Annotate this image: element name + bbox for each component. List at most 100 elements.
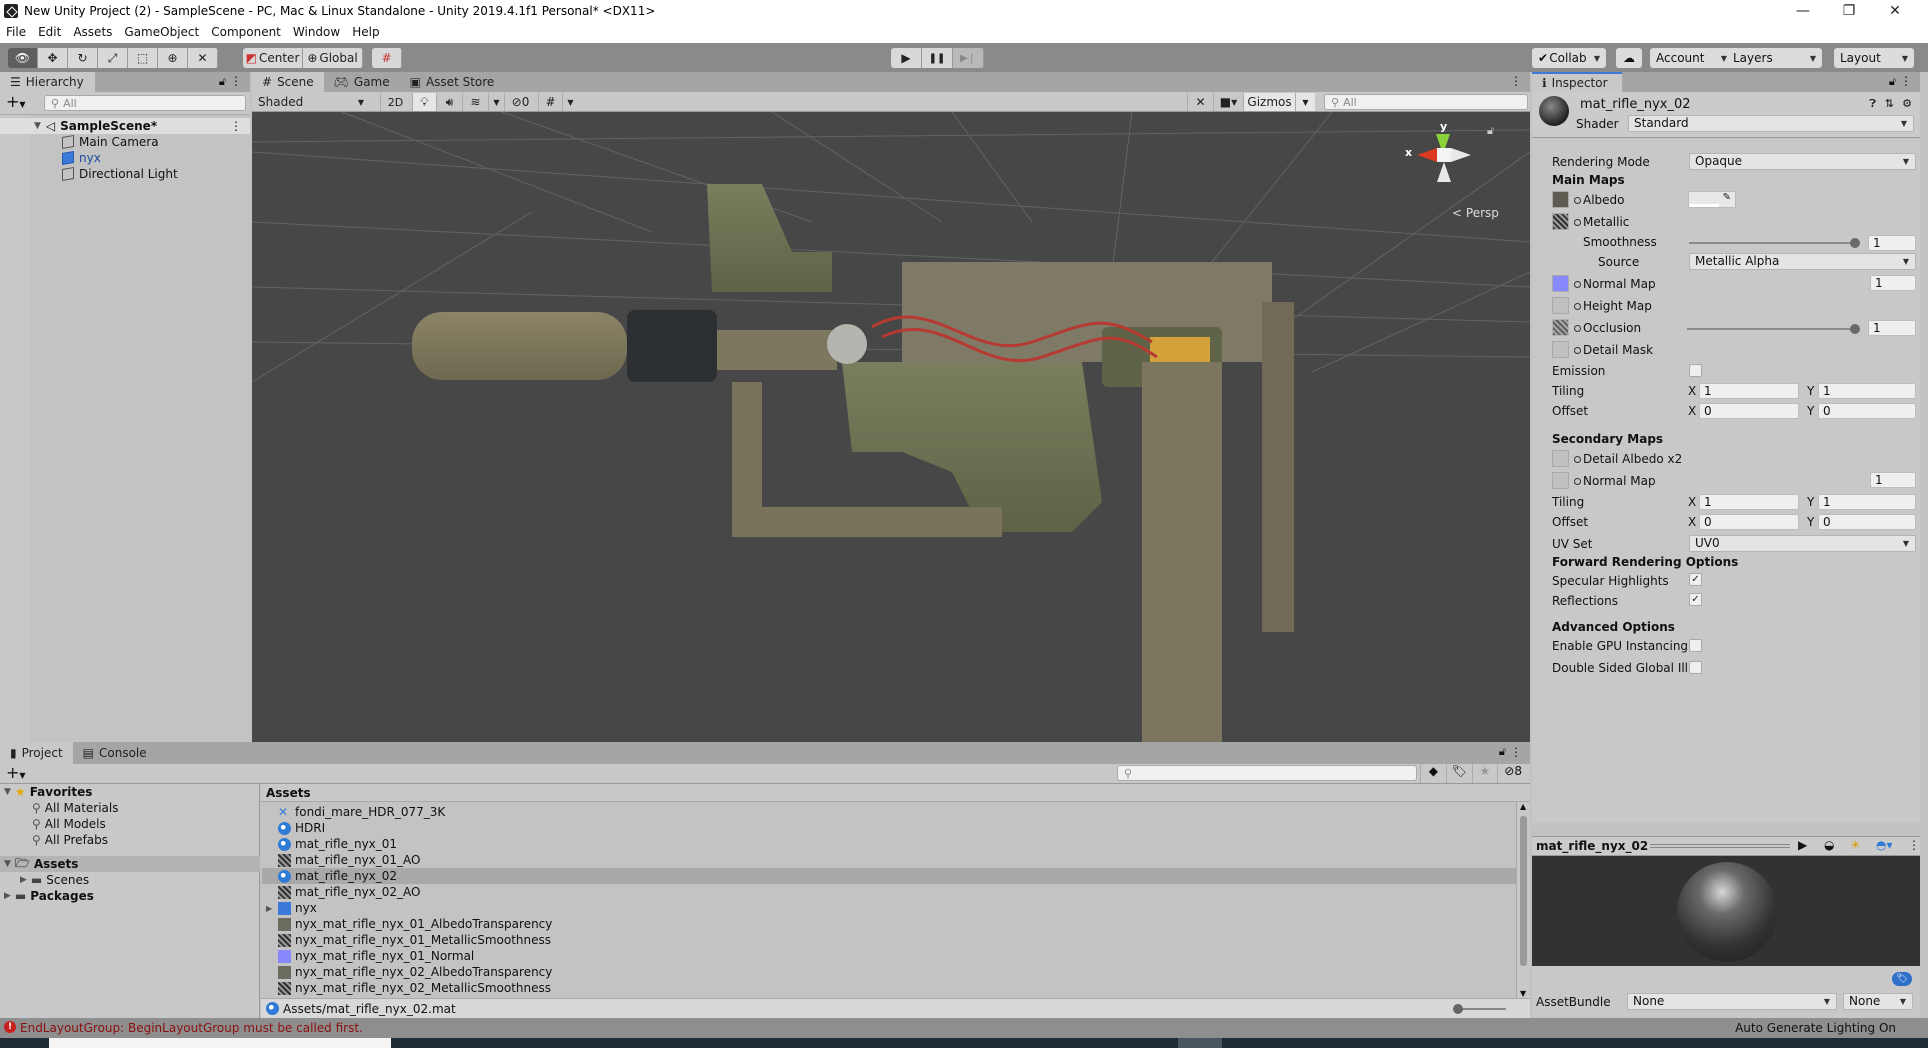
- collab-dropdown[interactable]: ✔ Collab ▼: [1532, 48, 1606, 68]
- cloud-button[interactable]: ☁: [1616, 48, 1642, 68]
- object-picker-icon[interactable]: [1574, 219, 1581, 226]
- assetbundle-variant-dropdown[interactable]: None: [1843, 993, 1913, 1010]
- scroll-thumb[interactable]: [1520, 816, 1527, 966]
- scroll-up-icon[interactable]: ▲: [1520, 802, 1526, 811]
- lock-icon[interactable]: 🔓︎: [1487, 124, 1494, 138]
- hidden-packages-toggle[interactable]: ⊘8: [1497, 764, 1528, 783]
- layout-dropdown[interactable]: Layout ▼: [1834, 48, 1914, 68]
- filter-by-type-icon[interactable]: ◆: [1420, 764, 1446, 783]
- occlusion-field[interactable]: 1: [1868, 320, 1916, 336]
- center-cube[interactable]: [1437, 148, 1451, 162]
- scale-tool-button[interactable]: ⤢: [98, 48, 128, 68]
- assets-scrollbar[interactable]: ▲ ▼: [1516, 802, 1530, 998]
- occlusion-slider-knob[interactable]: [1850, 324, 1860, 334]
- light-toggle-icon[interactable]: ☀: [1850, 838, 1861, 852]
- packages-row[interactable]: ▶ ▬ Packages: [0, 888, 94, 904]
- gpu-instancing-checkbox[interactable]: [1689, 639, 1702, 652]
- menu-assets[interactable]: Assets: [73, 25, 112, 39]
- scene-search[interactable]: ⚲ All: [1324, 94, 1528, 110]
- menu-component[interactable]: Component: [211, 25, 281, 39]
- favorite-item[interactable]: ⚲ All Models: [0, 816, 106, 832]
- asset-item[interactable]: mat_rifle_nyx_02: [262, 868, 1516, 884]
- smoothness-slider[interactable]: [1689, 242, 1855, 244]
- asset-item[interactable]: nyx_mat_rifle_nyx_01_MetallicSmoothness: [262, 932, 1516, 948]
- secondary-tiling-x-field[interactable]: 1: [1699, 494, 1799, 510]
- smoothness-field[interactable]: 1: [1868, 235, 1916, 251]
- tiling-y-field[interactable]: 1: [1818, 383, 1916, 399]
- asset-labels-icon[interactable]: 🏷︎: [1892, 972, 1912, 986]
- effects-toggle[interactable]: ≋: [462, 93, 488, 111]
- albedo-color-field[interactable]: ✎: [1688, 191, 1736, 208]
- project-search[interactable]: ⚲: [1117, 765, 1417, 781]
- more-options-icon[interactable]: ⋮: [1908, 838, 1920, 852]
- scene-row[interactable]: ▼ ◁ SampleScene* ⋮: [0, 118, 250, 134]
- shader-dropdown[interactable]: Standard: [1628, 115, 1914, 132]
- account-dropdown[interactable]: Account ▼: [1650, 48, 1733, 68]
- view-tool-button[interactable]: 👁: [8, 48, 38, 68]
- gizmos-dropdown[interactable]: ▼: [1295, 93, 1315, 111]
- neg-y-cone[interactable]: [1437, 162, 1451, 182]
- specular-highlights-checkbox[interactable]: ✓: [1689, 573, 1702, 586]
- asset-item[interactable]: mat_rifle_nyx_01_AO: [262, 852, 1516, 868]
- tab-inspector[interactable]: ℹ Inspector: [1532, 72, 1622, 92]
- taskbar-search[interactable]: [49, 1038, 391, 1048]
- secondary-offset-x-field[interactable]: 0: [1699, 514, 1799, 530]
- detail-albedo-texture-slot[interactable]: [1552, 450, 1569, 467]
- double-sided-gi-checkbox[interactable]: [1689, 661, 1702, 674]
- assetbundle-dropdown[interactable]: None: [1627, 993, 1837, 1010]
- height-map-texture-slot[interactable]: [1552, 297, 1569, 314]
- x-axis-cone[interactable]: [1417, 148, 1437, 162]
- asset-item[interactable]: mat_rifle_nyx_01: [262, 836, 1516, 852]
- menu-help[interactable]: Help: [352, 25, 379, 39]
- favorite-star-icon[interactable]: ★: [1471, 764, 1498, 783]
- assets-folder-row[interactable]: ▼ 🗁 Assets: [0, 856, 260, 872]
- grid-dropdown[interactable]: ▼: [562, 93, 578, 111]
- maximize-button[interactable]: ❐: [1826, 0, 1872, 21]
- uv-set-dropdown[interactable]: UV0: [1689, 535, 1916, 552]
- object-picker-icon[interactable]: [1574, 303, 1581, 310]
- asset-item[interactable]: mat_rifle_nyx_02_AO: [262, 884, 1516, 900]
- more-options-icon[interactable]: ⋮: [230, 74, 242, 88]
- hierarchy-item[interactable]: nyx: [0, 150, 101, 166]
- create-button[interactable]: +▼: [6, 765, 26, 784]
- custom-tool-button[interactable]: ✕: [188, 48, 218, 68]
- error-message[interactable]: EndLayoutGroup: BeginLayoutGroup must be…: [20, 1021, 363, 1035]
- asset-item[interactable]: nyx_mat_rifle_nyx_02_AlbedoTransparency: [262, 964, 1516, 980]
- expand-arrow-icon[interactable]: ▶: [266, 904, 278, 913]
- lighting-status[interactable]: Auto Generate Lighting On: [1735, 1021, 1896, 1035]
- detail-mask-texture-slot[interactable]: [1552, 341, 1569, 358]
- expand-arrow-icon[interactable]: ▶: [20, 875, 27, 885]
- offset-y-field[interactable]: 0: [1818, 403, 1916, 419]
- tiling-x-field[interactable]: 1: [1699, 383, 1799, 399]
- grid-toggle[interactable]: #: [538, 93, 562, 111]
- object-picker-icon[interactable]: [1574, 347, 1581, 354]
- smoothness-slider-knob[interactable]: [1850, 238, 1860, 248]
- menu-edit[interactable]: Edit: [38, 25, 61, 39]
- emission-checkbox[interactable]: [1689, 364, 1702, 377]
- asset-item[interactable]: HDRI: [262, 820, 1516, 836]
- gear-icon[interactable]: ⚙: [1902, 97, 1912, 110]
- menu-window[interactable]: Window: [293, 25, 340, 39]
- tab-project[interactable]: ▮ Project: [0, 742, 73, 764]
- expand-arrow-icon[interactable]: ▼: [4, 859, 11, 869]
- hierarchy-item[interactable]: Main Camera: [0, 134, 159, 150]
- object-picker-icon[interactable]: [1574, 197, 1581, 204]
- taskbar-app[interactable]: [1178, 1038, 1222, 1048]
- eyedropper-icon[interactable]: ✎: [1723, 192, 1731, 203]
- albedo-texture-slot[interactable]: [1552, 191, 1569, 208]
- snap-button[interactable]: #: [372, 48, 402, 68]
- play-preview-icon[interactable]: ▶: [1798, 838, 1807, 852]
- hierarchy-item[interactable]: Directional Light: [0, 166, 178, 182]
- orientation-gizmo[interactable]: y x 🔓︎: [1405, 120, 1517, 204]
- move-tool-button[interactable]: ✥: [38, 48, 68, 68]
- menu-file[interactable]: File: [6, 25, 26, 39]
- secondary-normal-scale-field[interactable]: 1: [1870, 472, 1916, 488]
- audio-toggle[interactable]: 🔊︎: [436, 93, 462, 111]
- tab-hierarchy[interactable]: ☰ Hierarchy: [0, 72, 95, 92]
- close-button[interactable]: ✕: [1872, 0, 1918, 21]
- rendering-mode-dropdown[interactable]: Opaque: [1689, 153, 1916, 170]
- layers-dropdown[interactable]: Layers ▼: [1727, 48, 1822, 68]
- tab-scene[interactable]: # Scene: [252, 72, 324, 92]
- minimize-button[interactable]: —: [1780, 0, 1826, 21]
- rotate-tool-button[interactable]: ↻: [68, 48, 98, 68]
